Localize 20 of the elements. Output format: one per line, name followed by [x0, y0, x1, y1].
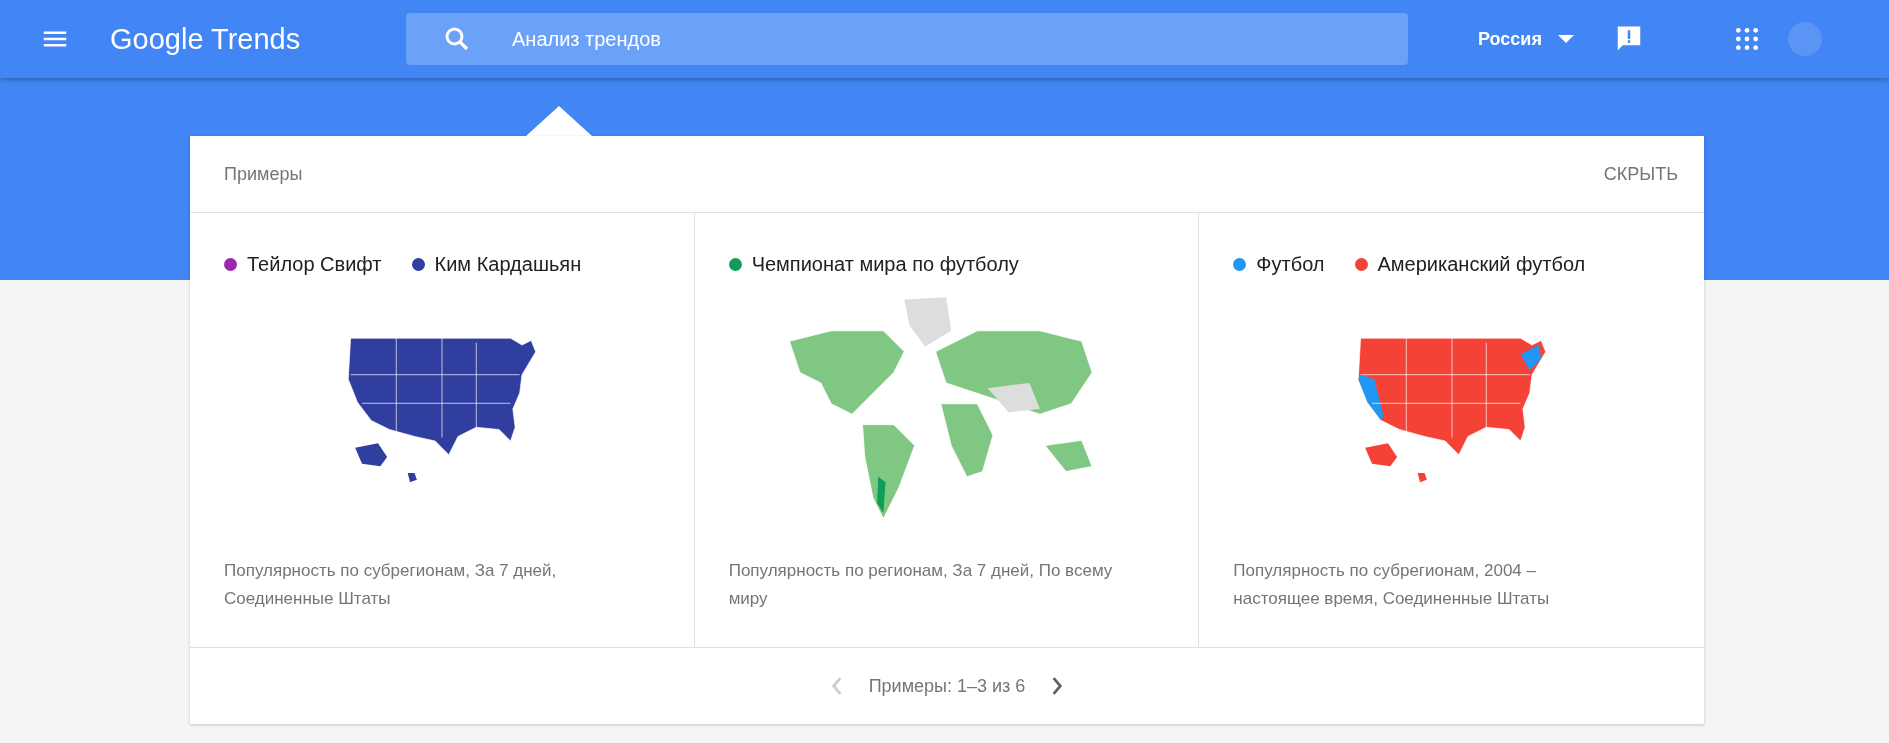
region-dropdown[interactable]: Россия	[1478, 28, 1574, 50]
card-caption: Популярность по регионам, За 7 дней, По всему миру	[728, 560, 1114, 610]
logo[interactable]: Google Trends	[110, 22, 406, 56]
card-caption: Популярность по субрегионам, 2004 – настоящее время, Соединенные Штаты	[1233, 560, 1551, 610]
pager-label: Примеры: 1–3 из 6	[868, 675, 1026, 697]
legend-label: Чемпионат мира по футболу	[751, 252, 1019, 276]
legend-label: Футбол	[1256, 252, 1325, 276]
hide-button[interactable]: СКРЫТЬ	[1597, 162, 1684, 186]
legend-label: Тейлор Свифт	[247, 252, 382, 276]
next-button[interactable]	[1051, 677, 1064, 695]
search-field[interactable]: Анализ трендов	[406, 13, 1408, 65]
card-caption: Популярность по субрегионам, За 7 дней, Соединенные Штаты	[224, 560, 558, 610]
panel-title: Примеры	[224, 163, 303, 185]
legend-label: Американский футбол	[1377, 252, 1586, 276]
legend-label: Ким Кардашьян	[434, 252, 582, 276]
apps-icon[interactable]	[1733, 26, 1760, 52]
example-card[interactable]: Чемпионат мира по футболу Популярность по регионам, За 7 дней, По всему миру	[694, 213, 1200, 647]
example-card[interactable]: Тейлор Свифт Ким Кардашьян Популярность по субрегионам, За 7 дней, Соединенные Штаты	[190, 213, 695, 647]
caret-icon	[1557, 35, 1574, 43]
example-card[interactable]: Футбол Американский футбол Популярность по субрегионам, 2004 – настоящее время, Соединенные Штаты	[1199, 213, 1704, 647]
